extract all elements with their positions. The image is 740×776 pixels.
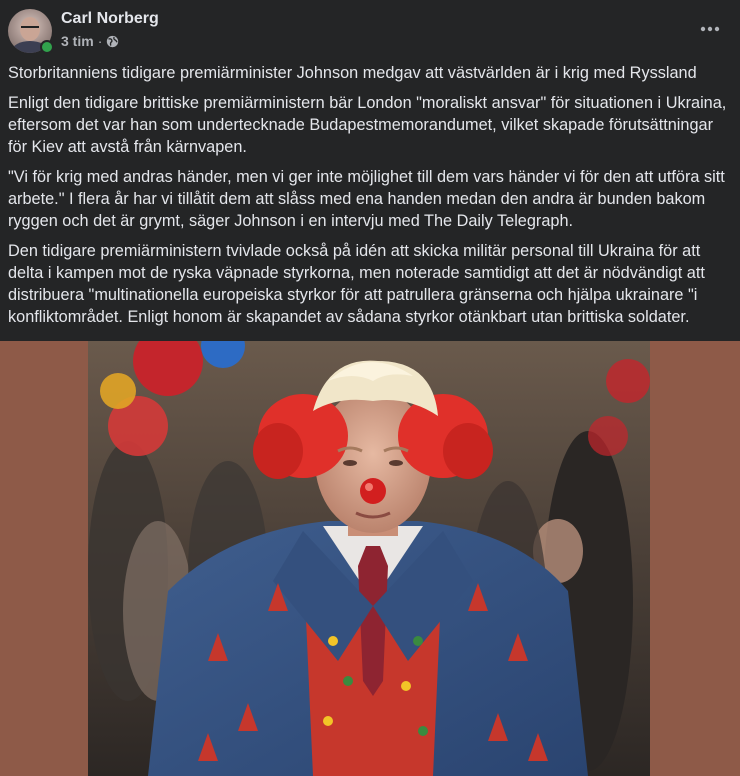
clown-man-image bbox=[88, 341, 650, 776]
more-options-button[interactable] bbox=[690, 14, 730, 44]
online-status-indicator bbox=[40, 40, 54, 54]
author-avatar[interactable] bbox=[8, 9, 54, 54]
post-paragraph: Enligt den tidigare brittiske premiärmin… bbox=[8, 94, 727, 156]
post-header: Carl Norberg 3 tim · bbox=[0, 0, 740, 60]
post-text: Storbritanniens tidigare premiärminister… bbox=[8, 62, 734, 336]
post-timestamp[interactable]: 3 tim bbox=[61, 33, 94, 49]
meta-separator: · bbox=[97, 33, 103, 49]
more-options-icon bbox=[700, 26, 720, 32]
post-meta: 3 tim · bbox=[61, 33, 119, 49]
post-photo[interactable] bbox=[88, 341, 650, 776]
post-image-container[interactable] bbox=[0, 341, 740, 776]
post-paragraph: "Vi för krig med andras händer, men vi g… bbox=[8, 168, 725, 230]
globe-icon[interactable] bbox=[106, 35, 119, 48]
facebook-post: Carl Norberg 3 tim · Storbritanniens tid… bbox=[0, 0, 740, 776]
post-paragraph: Den tidigare premiärministern tvivlade o… bbox=[8, 242, 705, 326]
author-name[interactable]: Carl Norberg bbox=[61, 10, 159, 28]
post-paragraph: Storbritanniens tidigare premiärminister… bbox=[8, 64, 697, 82]
